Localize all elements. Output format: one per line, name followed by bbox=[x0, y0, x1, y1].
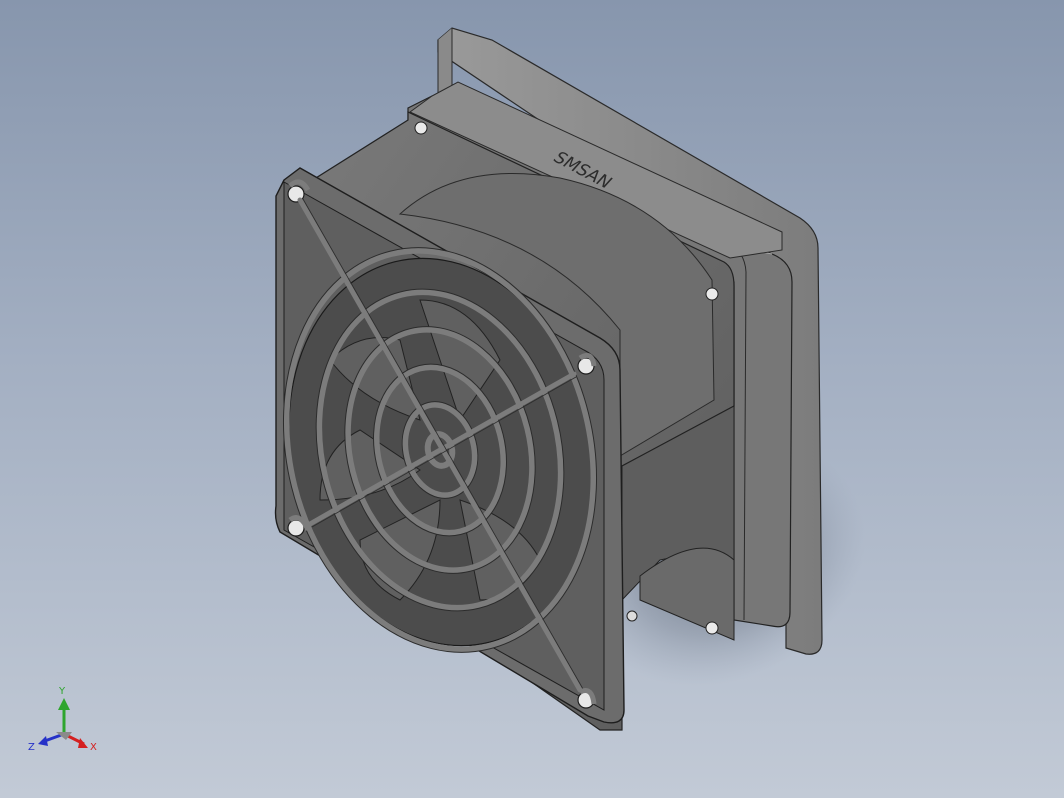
z-axis bbox=[38, 732, 65, 746]
3d-viewport[interactable]: SMSAN bbox=[0, 0, 1064, 798]
y-axis-label: Y bbox=[58, 686, 66, 697]
orientation-triad[interactable]: Y X Z bbox=[26, 682, 106, 758]
y-axis bbox=[58, 698, 70, 734]
mount-hole bbox=[705, 621, 719, 635]
z-axis-label: Z bbox=[28, 742, 35, 753]
mount-hole bbox=[626, 610, 638, 622]
x-axis-label: X bbox=[90, 742, 97, 753]
mount-hole bbox=[414, 121, 428, 135]
mount-hole bbox=[705, 287, 719, 301]
